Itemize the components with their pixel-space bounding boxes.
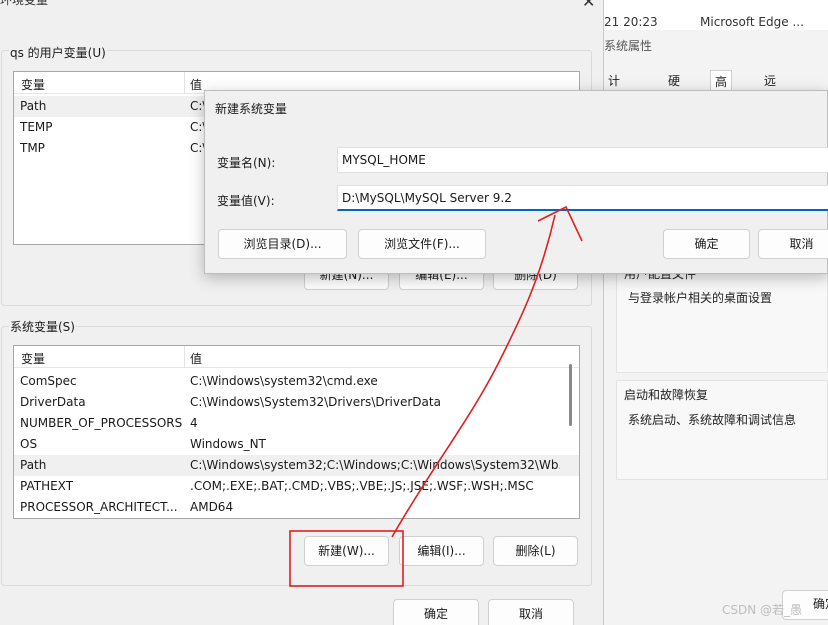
browser-label[interactable]: Microsoft Edge ...: [700, 15, 804, 29]
variable-value-label: 变量值(V):: [217, 194, 275, 208]
variable-name: PROCESSOR_ARCHITECT...: [20, 500, 178, 514]
tab-computer-name[interactable]: 计算机名: [604, 70, 624, 154]
system-new-button[interactable]: 新建(W)...: [304, 536, 389, 566]
vertical-scrollbar[interactable]: [567, 364, 575, 514]
column-header-value[interactable]: 值: [190, 350, 202, 367]
dialog-ok-button[interactable]: 确定: [663, 229, 750, 259]
taskbar-preview-strip: 21 20:23 Microsoft Edge ...: [600, 0, 828, 30]
variable-value: 4: [190, 416, 198, 430]
variable-name: DriverData: [20, 395, 86, 409]
tab-remote[interactable]: 远程: [760, 70, 780, 110]
system-properties-title: 系统属性: [604, 39, 653, 53]
variable-name: TEMP: [20, 120, 53, 134]
dialog-title: 新建系统变量: [215, 102, 288, 116]
variable-name: ComSpec: [20, 374, 77, 388]
system-variables-label: 系统变量(S): [9, 318, 76, 335]
watermark-text: CSDN @若_愚: [722, 603, 803, 617]
system-edit-button[interactable]: 编辑(I)...: [399, 536, 484, 566]
variable-name: TMP: [20, 141, 45, 155]
variable-value: AMD64: [190, 500, 234, 514]
timestamp-text: 21 20:23: [604, 15, 658, 29]
system-variables-list[interactable]: 变量 值 ComSpec C:\Windows\system32\cmd.exe…: [13, 345, 580, 519]
ok-button[interactable]: 确定: [393, 599, 479, 625]
startup-recovery-heading: 启动和故障恢复: [624, 388, 709, 402]
close-icon[interactable]: ✕: [582, 0, 595, 11]
column-separator[interactable]: [184, 346, 185, 368]
variable-value: C:\Windows\system32\cmd.exe: [190, 374, 378, 388]
list-header: 变量 值: [14, 346, 579, 368]
variable-value: C:\Windows\System32\Drivers\DriverData: [190, 395, 441, 409]
column-header-value[interactable]: 值: [190, 76, 202, 93]
table-row[interactable]: Path C:\Windows\system32;C:\Windows;C:\W…: [14, 455, 579, 476]
browse-directory-button[interactable]: 浏览目录(D)...: [218, 229, 347, 259]
cancel-button[interactable]: 取消: [488, 599, 574, 625]
partial-ok-label: 确定: [813, 597, 828, 611]
column-header-variable[interactable]: 变量: [21, 76, 45, 93]
variable-name: NUMBER_OF_PROCESSORS: [20, 416, 183, 430]
variable-value-input[interactable]: D:\MySQL\MySQL Server 9.2: [337, 185, 828, 211]
table-row[interactable]: OS Windows_NT: [14, 434, 579, 455]
new-system-variable-dialog: 新建系统变量 变量名(N): MYSQL_HOME 变量值(V): D:\MyS…: [204, 90, 828, 274]
table-row[interactable]: PROCESSOR_ARCHITECT... AMD64: [14, 497, 579, 518]
user-variables-label: qs 的用户变量(U): [9, 44, 107, 61]
tab-advanced[interactable]: 高级: [710, 70, 733, 111]
table-row[interactable]: DriverData C:\Windows\System32\Drivers\D…: [14, 392, 579, 413]
variable-name-input[interactable]: MYSQL_HOME: [337, 147, 828, 173]
variable-value: .COM;.EXE;.BAT;.CMD;.VBS;.VBE;.JS;.JSE;.…: [190, 479, 534, 493]
variable-value: C:\Windows\system32;C:\Windows;C:\Window…: [190, 458, 560, 472]
startup-recovery-desc: 系统启动、系统故障和调试信息: [628, 413, 797, 427]
window-title: 环境变量: [0, 0, 49, 7]
variable-name-label: 变量名(N):: [217, 156, 276, 170]
variable-name: OS: [20, 437, 38, 451]
browse-file-button[interactable]: 浏览文件(F)...: [358, 229, 486, 259]
column-header-variable[interactable]: 变量: [21, 350, 45, 367]
scrollbar-thumb[interactable]: [569, 364, 572, 426]
column-separator[interactable]: [184, 72, 185, 94]
system-delete-button[interactable]: 删除(L): [493, 536, 578, 566]
variable-name: Path: [20, 99, 47, 113]
variable-name: Path: [20, 458, 47, 472]
table-row[interactable]: NUMBER_OF_PROCESSORS 4: [14, 413, 579, 434]
table-row[interactable]: ComSpec C:\Windows\system32\cmd.exe: [14, 371, 579, 392]
user-profile-desc: 与登录帐户相关的桌面设置: [628, 291, 773, 305]
table-row[interactable]: PATHEXT .COM;.EXE;.BAT;.CMD;.VBS;.VBE;.J…: [14, 476, 579, 497]
variable-value: Windows_NT: [190, 437, 266, 451]
tab-hardware[interactable]: 硬件: [664, 70, 684, 110]
dialog-cancel-button[interactable]: 取消: [758, 229, 828, 259]
variable-name: PATHEXT: [20, 479, 74, 493]
